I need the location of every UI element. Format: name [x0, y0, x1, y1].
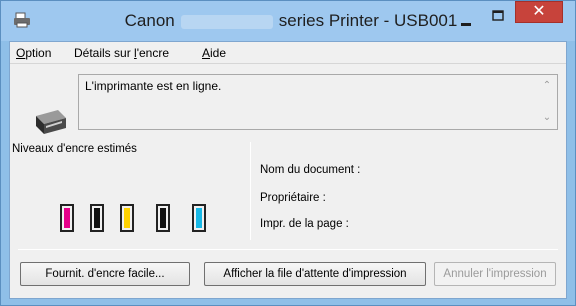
- ink-cartridge-cyan: [192, 204, 206, 232]
- scroll-up-icon[interactable]: ⌃: [541, 81, 553, 91]
- menu-help-label: ide: [210, 46, 227, 60]
- document-name-label: Nom du document :: [260, 164, 361, 176]
- menu-ink-details-label: Détails sur: [74, 46, 135, 60]
- menu-help[interactable]: Aide: [202, 46, 226, 60]
- printer-icon: [36, 110, 66, 134]
- maximize-button[interactable]: [486, 5, 510, 27]
- ink-fill-black-pigment: [94, 208, 100, 228]
- vertical-divider: [250, 142, 251, 240]
- menu-ink-details[interactable]: Détails sur l'encre: [74, 46, 169, 60]
- close-icon: ✕: [532, 3, 546, 20]
- ink-order-button[interactable]: Fournit. d'encre facile...: [20, 262, 190, 286]
- menu-option[interactable]: Option: [16, 46, 51, 60]
- title-bar[interactable]: Canon series Printer - USB001 ✕: [1, 1, 575, 41]
- menu-help-mnemonic: A: [202, 46, 211, 60]
- horizontal-divider: [18, 249, 558, 250]
- ink-cartridge-black: [156, 204, 170, 232]
- ink-levels-label: Niveaux d'encre estimés: [12, 143, 137, 155]
- menu-ink-details-rest: 'encre: [136, 46, 170, 60]
- close-button[interactable]: ✕: [515, 1, 563, 23]
- menu-bar: Option Détails sur l'encre Aide: [10, 42, 566, 64]
- ink-cartridge-black-pigment: [90, 204, 104, 232]
- ink-fill-magenta: [64, 208, 70, 228]
- window-title: Canon series Printer - USB001: [101, 11, 481, 31]
- ink-cartridge-magenta: [60, 204, 74, 232]
- title-suffix: series Printer - USB001: [278, 11, 458, 30]
- ink-fill-yellow: [124, 208, 130, 228]
- minimize-button[interactable]: [455, 14, 477, 36]
- printer-app-icon: [14, 12, 30, 28]
- cancel-printing-button[interactable]: Annuler l'impression: [434, 262, 556, 286]
- menu-option-mnemonic: O: [16, 46, 26, 60]
- printer-status-window: Canon series Printer - USB001 ✕ Option Dé…: [0, 0, 576, 306]
- status-message: L'imprimante est en ligne.: [85, 79, 222, 93]
- show-print-queue-button[interactable]: Afficher la file d'attente d'impression: [204, 262, 426, 286]
- scroll-down-icon[interactable]: ⌄: [541, 113, 553, 123]
- owner-label: Propriétaire :: [260, 192, 326, 204]
- model-name-redacted: [180, 14, 273, 29]
- ink-cartridge-yellow: [120, 204, 134, 232]
- status-message-box[interactable]: L'imprimante est en ligne. ⌃ ⌄: [78, 74, 558, 130]
- menu-option-label: ption: [25, 46, 52, 60]
- client-area: Option Détails sur l'encre Aide L'imprim…: [9, 41, 567, 299]
- title-prefix: Canon: [124, 11, 175, 30]
- ink-fill-black: [160, 208, 166, 228]
- ink-fill-cyan: [196, 208, 202, 228]
- printing-page-label: Impr. de la page :: [260, 218, 349, 230]
